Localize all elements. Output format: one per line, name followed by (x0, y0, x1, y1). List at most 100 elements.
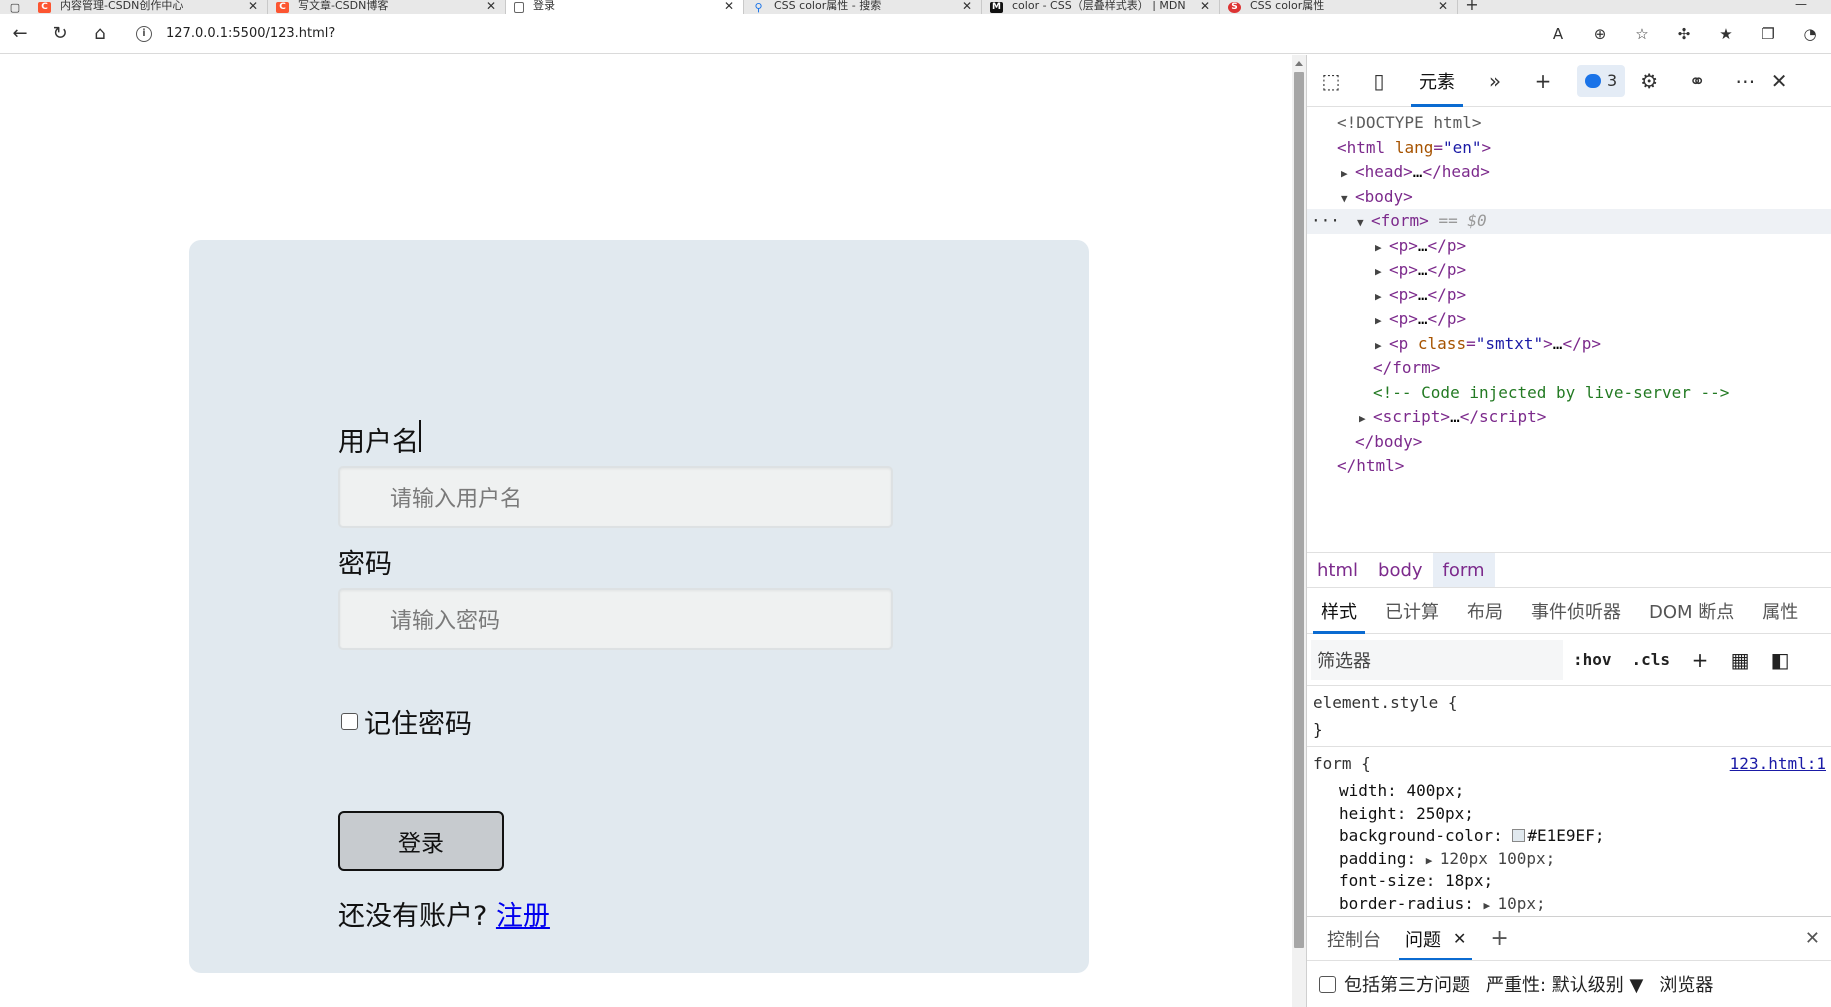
tab-close-icon[interactable]: ✕ (959, 0, 975, 12)
collections-icon[interactable]: ❐ (1747, 14, 1789, 54)
hover-state-button[interactable]: :hov (1563, 640, 1622, 680)
dom-html[interactable]: <html lang="en"> (1307, 136, 1831, 161)
tab-close-icon[interactable]: ✕ (1197, 0, 1213, 12)
browser-tab-5[interactable]: S CSS color属性 ✕ (1220, 0, 1458, 14)
css-property[interactable]: font-size: 18px; (1313, 870, 1826, 893)
source-link[interactable]: 123.html:1 (1730, 753, 1826, 774)
issues-badge[interactable]: 3 (1577, 64, 1626, 97)
extensions-icon[interactable]: ✣ (1663, 14, 1705, 54)
browser-tab-4[interactable]: M color - CSS（层叠样式表） | MDN ✕ (982, 0, 1220, 14)
third-party-checkbox[interactable] (1319, 975, 1336, 993)
severity-dropdown[interactable]: 严重性: 默认级别 ▼ (1486, 971, 1643, 997)
dom-head[interactable]: ▶ <head>…</head> (1307, 160, 1831, 185)
username-input[interactable]: 请输入用户名 (338, 466, 893, 528)
refresh-icon[interactable]: ↻ (40, 14, 80, 54)
prop-name[interactable]: border-radius (1339, 894, 1464, 913)
expand-triangle-icon[interactable]: ▶ (1375, 236, 1389, 261)
dom-p[interactable]: ▶ <p>…</p> (1307, 307, 1831, 332)
toggle-sidebar-icon[interactable]: ◧ (1760, 640, 1800, 680)
tab-actions-icon[interactable]: ▢ (0, 0, 30, 14)
dom-doctype[interactable]: <!DOCTYPE html> (1307, 111, 1831, 136)
device-emulation-icon[interactable]: ▯ (1355, 55, 1403, 107)
browser-tab-3[interactable]: ⚲ CSS color属性 - 搜索 ✕ (744, 0, 982, 14)
dom-form-selected[interactable]: ··· ▼ <form> == $0 (1307, 209, 1831, 234)
close-devtools-icon[interactable]: ✕ (1769, 55, 1789, 107)
browser-tab-0[interactable]: C 内容管理-CSDN创作中心 ✕ (30, 0, 268, 14)
prop-name[interactable]: height (1339, 804, 1397, 823)
register-link[interactable]: 注册 (496, 901, 550, 932)
collapse-triangle-icon[interactable]: ▼ (1341, 187, 1355, 212)
tab-properties[interactable]: 属性 (1748, 588, 1812, 634)
form-selector[interactable]: form { (1313, 754, 1371, 773)
tab-dom-breakpoints[interactable]: DOM 断点 (1635, 588, 1748, 634)
add-favorite-icon[interactable]: ☆ (1621, 14, 1663, 54)
tab-styles[interactable]: 样式 (1307, 588, 1371, 634)
tab-computed[interactable]: 已计算 (1371, 588, 1453, 634)
close-tab-icon[interactable]: ✕ (1453, 929, 1466, 948)
scrollbar-thumb[interactable] (1294, 72, 1304, 948)
expand-triangle-icon[interactable]: ▶ (1341, 162, 1355, 187)
dom-p-smtxt[interactable]: ▶ <p class="smtxt">…</p> (1307, 332, 1831, 357)
expand-triangle-icon[interactable]: ▶ (1375, 260, 1389, 285)
browser-filter-label[interactable]: 浏览器 (1659, 971, 1713, 997)
new-rule-plus-icon[interactable]: + (1680, 640, 1720, 680)
css-property[interactable]: height: 250px; (1313, 803, 1826, 826)
add-drawer-tab-plus-icon[interactable]: + (1478, 917, 1520, 961)
collapse-triangle-icon[interactable]: ▼ (1357, 211, 1371, 236)
read-aloud-icon[interactable]: A (1537, 14, 1579, 54)
dom-p[interactable]: ▶ <p>…</p> (1307, 258, 1831, 283)
new-tab-plus-icon[interactable]: + (1458, 0, 1486, 14)
browser-tab-1[interactable]: C 写文章-CSDN博客 ✕ (268, 0, 506, 14)
back-arrow-icon[interactable]: ← (0, 14, 40, 54)
class-toggle-button[interactable]: .cls (1622, 640, 1681, 680)
prop-name[interactable]: padding (1339, 849, 1406, 868)
home-icon[interactable]: ⌂ (80, 14, 120, 54)
dom-comment[interactable]: <!-- Code injected by live-server --> (1307, 381, 1831, 406)
prop-value[interactable]: 400px; (1406, 781, 1464, 800)
tab-event-listeners[interactable]: 事件侦听器 (1517, 588, 1635, 634)
site-info-icon[interactable]: i (136, 25, 152, 42)
breadcrumb-html[interactable]: html (1307, 553, 1368, 587)
prop-name[interactable]: font-size (1339, 871, 1426, 890)
expand-triangle-icon[interactable]: ▶ (1375, 334, 1389, 359)
prop-value[interactable]: 18px; (1445, 871, 1493, 890)
add-tab-plus-icon[interactable]: + (1519, 55, 1567, 107)
browser-tab-2[interactable]: 登录 ✕ (506, 0, 744, 14)
prop-value[interactable]: 10px; (1498, 894, 1546, 913)
address-bar[interactable]: i 127.0.0.1:5500/123.html? (126, 19, 1537, 49)
minimize-icon[interactable]: — (1771, 0, 1831, 14)
close-drawer-icon[interactable]: ✕ (1793, 917, 1831, 961)
tab-close-icon[interactable]: ✕ (721, 0, 737, 12)
css-property[interactable]: padding: ▶ 120px 100px; (1313, 848, 1826, 871)
tab-close-icon[interactable]: ✕ (483, 0, 499, 12)
scroll-up-arrow-icon[interactable] (1295, 61, 1303, 66)
expand-triangle-icon[interactable]: ▶ (1359, 407, 1373, 432)
prop-name[interactable]: width (1339, 781, 1387, 800)
dom-html-close[interactable]: </html> (1307, 454, 1831, 479)
breadcrumb-body[interactable]: body (1368, 553, 1433, 587)
element-style-selector[interactable]: element.style { (1313, 692, 1826, 713)
color-swatch[interactable] (1512, 829, 1526, 842)
prop-value[interactable]: 120px 100px; (1440, 849, 1556, 868)
page-scrollbar[interactable] (1292, 55, 1306, 1007)
tab-layout[interactable]: 布局 (1453, 588, 1517, 634)
dom-form-close[interactable]: </form> (1307, 356, 1831, 381)
customize-icon[interactable]: ⚭ (1673, 55, 1721, 107)
password-input[interactable]: 请输入密码 (338, 588, 893, 650)
dom-p[interactable]: ▶ <p>…</p> (1307, 234, 1831, 259)
more-options-icon[interactable]: ⋯ (1721, 55, 1769, 107)
dom-p[interactable]: ▶ <p>…</p> (1307, 283, 1831, 308)
inspect-element-icon[interactable]: ⬚ (1307, 55, 1355, 107)
tab-close-icon[interactable]: ✕ (1435, 0, 1451, 12)
remember-checkbox[interactable] (341, 713, 358, 730)
more-tabs-icon[interactable]: » (1471, 55, 1519, 107)
profile-icon[interactable]: ◔ (1789, 14, 1831, 54)
dom-script[interactable]: ▶ <script>…</script> (1307, 405, 1831, 430)
zoom-icon[interactable]: ⊕ (1579, 14, 1621, 54)
dom-body[interactable]: ▼ <body> (1307, 185, 1831, 210)
dom-body-close[interactable]: </body> (1307, 430, 1831, 455)
tab-console[interactable]: 控制台 (1315, 917, 1393, 961)
expand-triangle-icon[interactable]: ▶ (1426, 850, 1440, 873)
expand-triangle-icon[interactable]: ▶ (1484, 895, 1498, 918)
prop-value[interactable]: 250px; (1416, 804, 1474, 823)
